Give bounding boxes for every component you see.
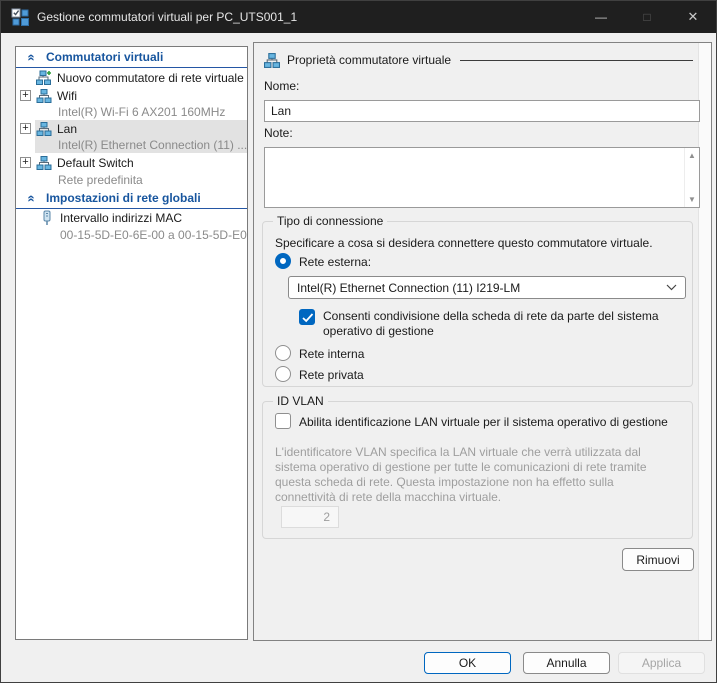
sidebar-item-label: Nuovo commutatore di rete virtuale [57, 71, 244, 85]
internal-network-radio[interactable] [275, 345, 291, 361]
new-virtual-switch-icon [36, 70, 52, 85]
titlebar: Gestione commutatori virtuali per PC_UTS… [1, 1, 716, 33]
sidebar-item-subtitle: 00-15-5D-E0-6E-00 a 00-15-5D-E0... [16, 227, 247, 243]
section-virtual-switches[interactable]: » Commutatori virtuali [16, 47, 247, 67]
switch-list-panel: » Commutatori virtuali Nuovo commutatore… [15, 46, 248, 640]
virtual-switch-icon [36, 122, 52, 136]
notes-field-frame: ▲ ▼ [264, 147, 700, 208]
private-network-label: Rete privata [299, 368, 364, 382]
sidebar-item-lan[interactable]: + Lan [16, 120, 247, 137]
internal-network-label: Rete interna [299, 347, 364, 361]
sidebar-item-wifi[interactable]: + Wifi [16, 87, 247, 104]
collapse-icon[interactable]: » [23, 191, 38, 205]
enable-vlan-checkbox[interactable] [275, 413, 291, 429]
scroll-down-icon[interactable]: ▼ [688, 195, 696, 204]
vlan-group-title: ID VLAN [273, 394, 328, 408]
expand-icon[interactable]: + [20, 157, 31, 168]
panel-scrollbar[interactable] [698, 43, 711, 640]
name-input[interactable] [264, 100, 700, 122]
scroll-up-icon[interactable]: ▲ [688, 151, 696, 160]
maximize-button: □ [624, 1, 670, 33]
expand-icon[interactable]: + [20, 123, 31, 134]
sidebar-item-lan-selected[interactable]: + Lan Intel(R) Ethernet Connection (11) … [16, 120, 247, 153]
check-icon [302, 313, 314, 323]
section-rule [460, 60, 693, 61]
ok-button[interactable]: OK [424, 652, 511, 674]
virtual-switch-icon [36, 89, 52, 103]
section-global-network-settings[interactable]: » Impostazioni di rete globali [16, 188, 247, 208]
notes-input[interactable] [265, 148, 684, 207]
close-button[interactable]: ✕ [670, 1, 716, 33]
external-network-label: Rete esterna: [299, 255, 371, 269]
sidebar-item-label: Intervallo indirizzi MAC [60, 211, 182, 225]
app-icon [11, 8, 29, 26]
minimize-button[interactable]: — [578, 1, 624, 33]
window-title: Gestione commutatori virtuali per PC_UTS… [37, 10, 297, 24]
section-header-label: Commutatori virtuali [46, 50, 163, 64]
close-icon: ✕ [688, 9, 699, 25]
section-header-label: Impostazioni di rete globali [46, 191, 201, 205]
section-title: Proprietà commutatore virtuale [287, 53, 451, 67]
network-adapter-select[interactable]: Intel(R) Ethernet Connection (11) I219-L… [288, 276, 686, 299]
sidebar-item-new-switch[interactable]: Nuovo commutatore di rete virtuale [16, 68, 247, 87]
maximize-icon: □ [643, 10, 650, 24]
sidebar-item-default-switch[interactable]: + Default Switch [16, 153, 247, 172]
name-label: Nome: [264, 79, 299, 93]
vlan-id-input [281, 506, 339, 528]
virtual-switch-manager-window: Gestione commutatori virtuali per PC_UTS… [0, 0, 717, 683]
minimize-icon: — [595, 10, 607, 24]
remove-button[interactable]: Rimuovi [622, 548, 694, 571]
vlan-description: L'identificatore VLAN specifica la LAN v… [275, 445, 677, 505]
virtual-switch-icon [36, 156, 52, 170]
mac-address-icon [42, 210, 52, 226]
chevron-down-icon [666, 284, 677, 291]
notes-label: Note: [264, 126, 293, 140]
cancel-button[interactable]: Annulla [523, 652, 610, 674]
connection-type-group: Tipo di connessione Specificare a cosa s… [262, 221, 693, 387]
collapse-icon[interactable]: » [23, 50, 38, 64]
vlan-group: ID VLAN Abilita identificazione LAN virt… [262, 401, 693, 539]
connection-group-title: Tipo di connessione [273, 214, 387, 228]
sidebar-item-label: Default Switch [57, 156, 134, 170]
switch-properties-panel: Proprietà commutatore virtuale Nome: Not… [253, 42, 712, 641]
notes-scrollbar[interactable]: ▲ ▼ [684, 148, 699, 207]
enable-vlan-label: Abilita identificazione LAN virtuale per… [299, 415, 668, 429]
sidebar-item-subtitle: Rete predefinita [16, 172, 247, 188]
share-adapter-label: Consenti condivisione della scheda di re… [323, 309, 691, 339]
sidebar-item-subtitle: Intel(R) Ethernet Connection (11) ... [16, 137, 247, 153]
properties-section-header: Proprietà commutatore virtuale [264, 51, 693, 69]
sidebar-item-label: Wifi [57, 89, 77, 103]
expand-icon[interactable]: + [20, 90, 31, 101]
private-network-radio[interactable] [275, 366, 291, 382]
virtual-switch-icon [264, 53, 280, 68]
share-adapter-checkbox[interactable] [299, 309, 315, 325]
apply-button: Applica [618, 652, 705, 674]
sidebar-item-label: Lan [57, 122, 77, 136]
connection-description: Specificare a cosa si desidera connetter… [275, 236, 653, 250]
network-adapter-value: Intel(R) Ethernet Connection (11) I219-L… [297, 281, 666, 295]
external-network-radio[interactable] [275, 253, 291, 269]
sidebar-item-subtitle: Intel(R) Wi-Fi 6 AX201 160MHz [16, 104, 247, 120]
sidebar-item-mac-range[interactable]: Intervallo indirizzi MAC [16, 209, 247, 227]
